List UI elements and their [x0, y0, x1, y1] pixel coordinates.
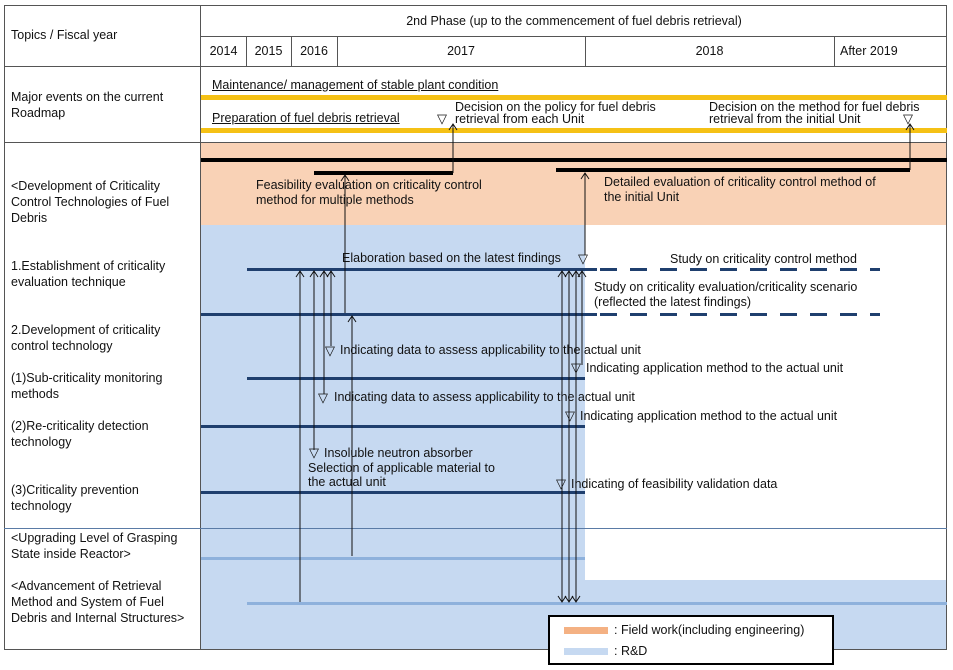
- legend-field-work-label: : Field work(including engineering): [614, 623, 805, 637]
- arrow-right-2: [564, 270, 574, 602]
- legend-rnd-label: : R&D: [614, 644, 648, 658]
- connector-arrows: [295, 123, 915, 603]
- legend-field-work-swatch: [564, 627, 608, 634]
- arrow-sub3-to-item1: [309, 270, 319, 450]
- arrow-sub1-to-item1: [326, 270, 336, 346]
- arrow-retrieval-to-item1: [295, 270, 305, 602]
- arrow-grasping-to-item2: [347, 315, 357, 556]
- arrow-right-1: [557, 270, 567, 602]
- arrow-item2-to-feasibility: [340, 174, 350, 313]
- arrow-feasibility-to-policy: [448, 123, 458, 173]
- arrow-detailed-to-method: [905, 123, 915, 170]
- legend-rnd-swatch: [564, 648, 608, 655]
- arrow-elaboration-to-detailed: [580, 172, 590, 255]
- arrow-sub2-to-item1: [319, 270, 329, 394]
- arrow-right-3: [571, 270, 581, 602]
- arrow-right-4: [577, 270, 587, 365]
